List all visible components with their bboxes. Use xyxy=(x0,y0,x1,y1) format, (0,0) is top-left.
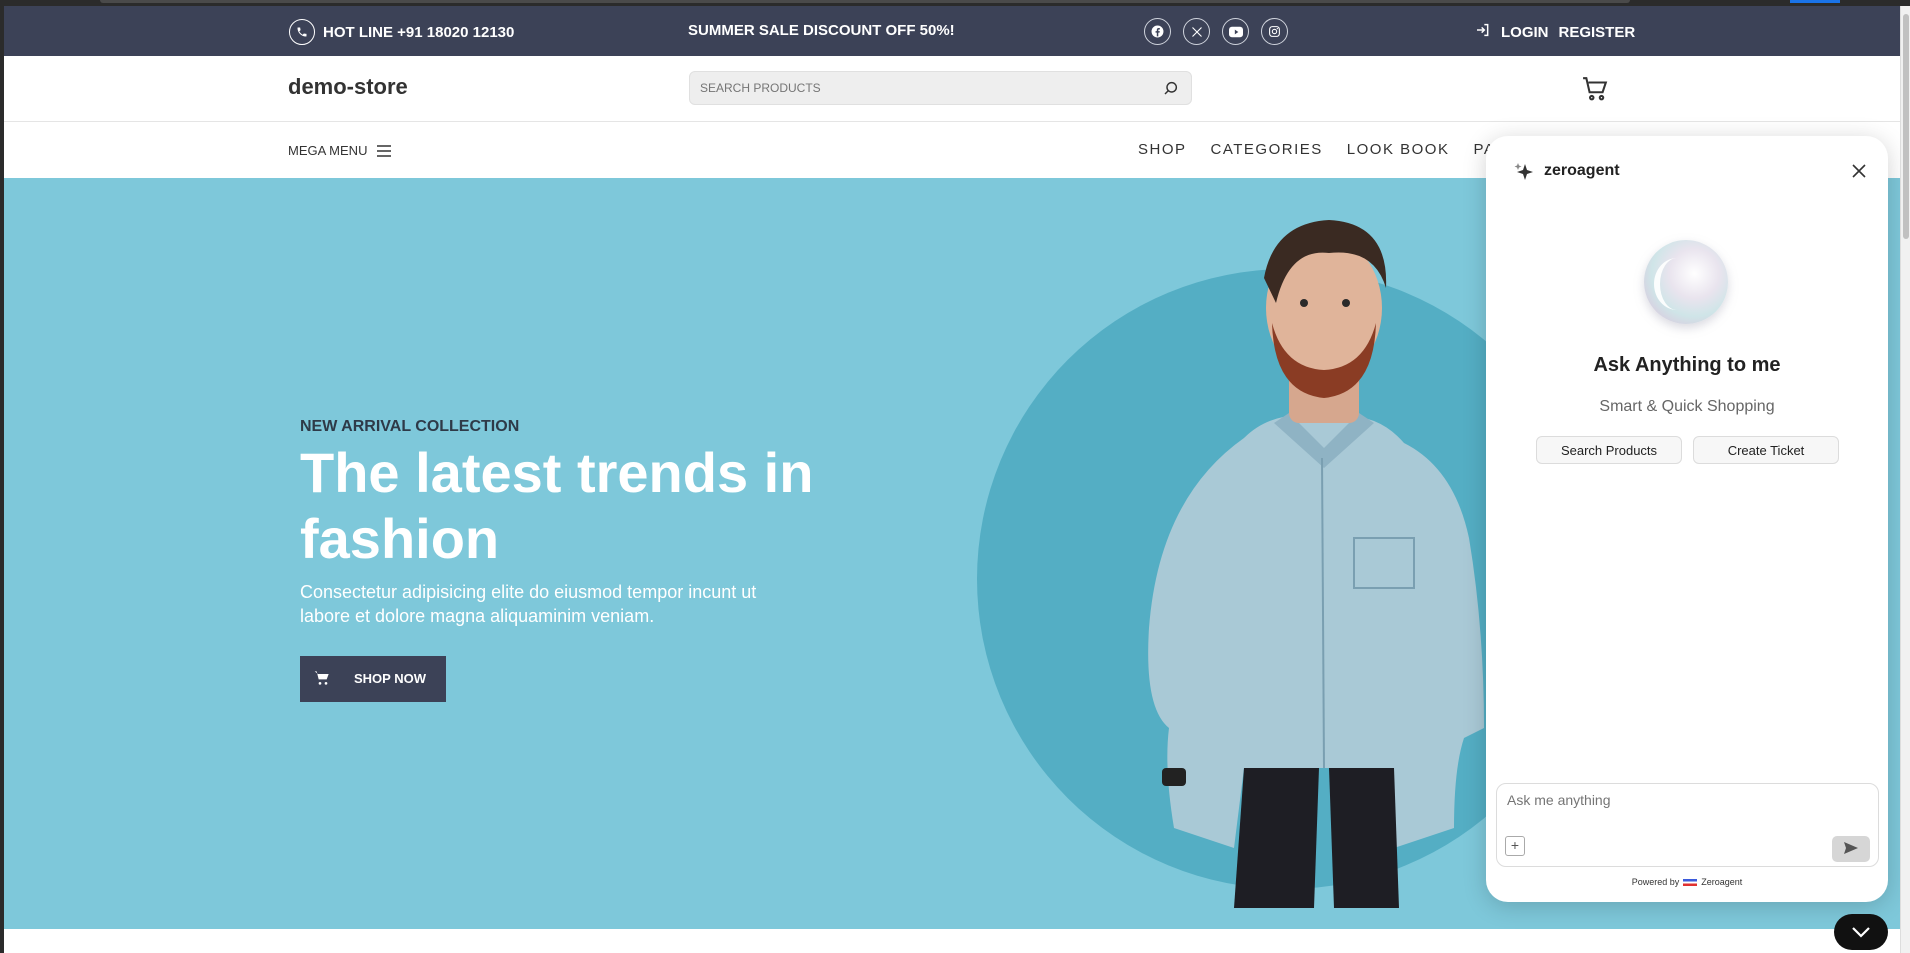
assistant-orb xyxy=(1644,240,1728,324)
hero-description: Consectetur adipisicing elite do eiusmod… xyxy=(300,582,757,626)
chat-title: Ask Anything to me xyxy=(1593,354,1781,376)
send-icon xyxy=(1844,841,1858,854)
hotline: HOT LINE +91 18020 12130 xyxy=(289,19,514,45)
search-icon[interactable] xyxy=(1163,80,1179,96)
chat-toggle-button[interactable] xyxy=(1834,914,1888,950)
powered-by-label: Powered by xyxy=(1631,877,1680,887)
search-products-chip[interactable]: Search Products xyxy=(1536,436,1682,464)
hero-headline: The latest trends in fashion xyxy=(300,441,814,570)
page-scrollbar[interactable] xyxy=(1900,6,1910,953)
register-link[interactable]: REGISTER xyxy=(1559,24,1636,41)
shop-now-label: SHOP NOW xyxy=(354,671,426,686)
hotline-text: HOT LINE +91 18020 12130 xyxy=(323,23,515,41)
site-logo[interactable]: demo-store xyxy=(288,74,408,100)
sale-banner: SUMMER SALE DISCOUNT OFF 50%! xyxy=(688,22,955,39)
x-icon[interactable] xyxy=(1183,18,1210,45)
mega-menu-label: MEGA MENU xyxy=(288,143,368,158)
hero-model-image xyxy=(1148,220,1484,908)
cart-icon[interactable] xyxy=(1582,76,1608,102)
create-ticket-chip[interactable]: Create Ticket xyxy=(1693,436,1839,464)
instagram-icon[interactable] xyxy=(1261,18,1288,45)
browser-accent xyxy=(1790,0,1840,3)
powered-by: Powered by Zeroagent xyxy=(1486,877,1888,887)
phone-icon xyxy=(289,19,315,45)
flag-icon xyxy=(1683,878,1698,886)
send-button[interactable] xyxy=(1832,836,1870,862)
close-icon[interactable] xyxy=(1850,162,1868,180)
chat-input[interactable] xyxy=(1507,792,1867,820)
chat-widget: zeroagent Ask Anything to me Smart & Qui… xyxy=(1486,136,1888,902)
scrollbar-thumb[interactable] xyxy=(1903,14,1909,239)
hamburger-icon xyxy=(377,144,392,157)
page: HOT LINE +91 18020 12130 SUMMER SALE DIS… xyxy=(4,6,1900,953)
social-links xyxy=(1144,18,1288,45)
nav-shop[interactable]: SHOP xyxy=(1138,141,1187,158)
nav-categories[interactable]: CATEGORIES xyxy=(1211,141,1323,158)
youtube-icon[interactable] xyxy=(1222,18,1249,45)
nav-look-book[interactable]: LOOK BOOK xyxy=(1347,141,1450,158)
nav-links: SHOP CATEGORIES LOOK BOOK PAGI xyxy=(1138,141,1514,158)
chat-composer: + xyxy=(1496,783,1879,867)
hero-eyebrow: NEW ARRIVAL COLLECTION xyxy=(300,418,520,435)
chevron-down-icon xyxy=(1852,927,1870,938)
facebook-icon[interactable] xyxy=(1144,18,1171,45)
attach-plus-icon[interactable]: + xyxy=(1505,836,1525,856)
login-link[interactable]: LOGIN xyxy=(1501,24,1549,41)
login-icon xyxy=(1475,22,1491,42)
auth-links: LOGIN REGISTER xyxy=(1475,22,1635,42)
browser-tabstrip xyxy=(100,0,1630,3)
next-section xyxy=(4,929,1900,953)
cart-icon xyxy=(314,671,329,685)
chat-subtitle: Smart & Quick Shopping xyxy=(1599,398,1775,415)
site-header: demo-store xyxy=(4,56,1900,122)
powered-by-brand[interactable]: Zeroagent xyxy=(1701,877,1742,887)
sparkle-icon xyxy=(1514,163,1533,180)
top-bar: HOT LINE +91 18020 12130 SUMMER SALE DIS… xyxy=(4,6,1900,56)
search-box xyxy=(689,71,1192,105)
search-input[interactable] xyxy=(700,72,1140,104)
chat-brand-name: zeroagent xyxy=(1544,162,1620,179)
chat-brand: zeroagent xyxy=(1514,162,1620,180)
mega-menu-button[interactable]: MEGA MENU xyxy=(288,143,392,158)
shop-now-button[interactable]: SHOP NOW xyxy=(300,656,446,702)
